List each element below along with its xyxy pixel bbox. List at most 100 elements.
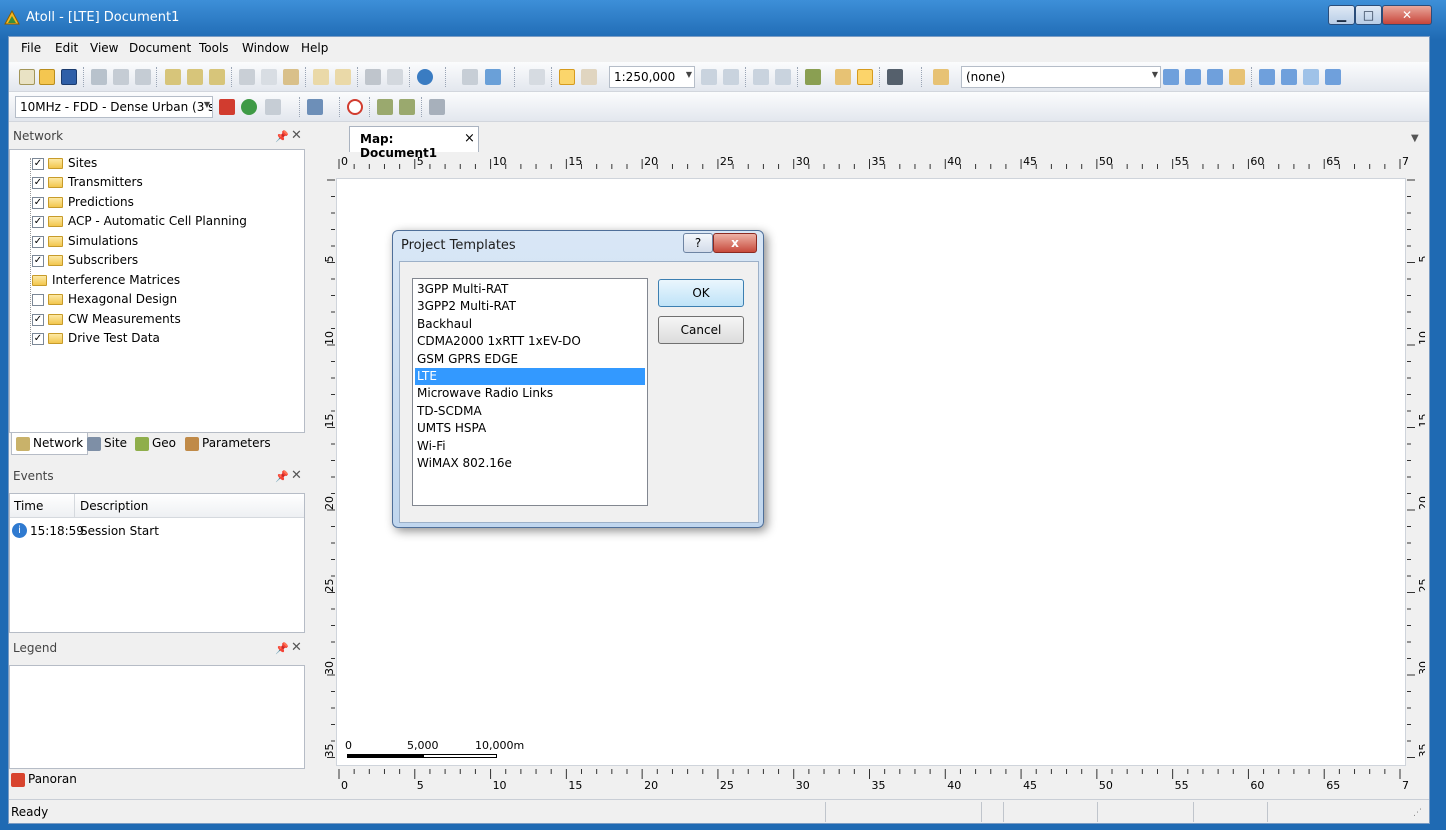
menu-help[interactable]: Help [301, 41, 328, 55]
menu-document[interactable]: Document [129, 41, 191, 55]
menu-file[interactable]: File [21, 41, 41, 55]
zoom-out-icon[interactable] [723, 69, 739, 85]
tree-item-subscribers[interactable]: ✓ Subscribers [32, 253, 138, 271]
tab-geo[interactable]: Geo [131, 433, 180, 455]
list-item-template[interactable]: TD-SCDMA [415, 403, 645, 420]
list-item-template[interactable]: GSM GPRS EDGE [415, 351, 645, 368]
save-icon[interactable] [61, 69, 77, 85]
target-icon[interactable] [417, 69, 433, 85]
dialog-close-button[interactable]: x [713, 233, 757, 253]
event-row[interactable]: i 15:18:59 Session Start [12, 522, 302, 540]
list-item-template[interactable]: UMTS HSPA [415, 420, 645, 437]
checkbox-checked[interactable]: ✓ [32, 215, 44, 228]
tree-item-acp[interactable]: ✓ ACP - Automatic Cell Planning [32, 214, 247, 232]
print-preview-icon[interactable] [387, 69, 403, 85]
table-icon[interactable] [377, 99, 393, 115]
menu-window[interactable]: Window [242, 41, 289, 55]
tooltip-icon[interactable] [857, 69, 873, 85]
redo-icon[interactable] [335, 69, 351, 85]
checkbox-checked[interactable]: ✓ [32, 196, 44, 209]
frequency-plan-icon[interactable] [265, 99, 281, 115]
checkbox-checked[interactable]: ✓ [32, 176, 44, 189]
import-icon[interactable] [165, 69, 181, 85]
rectangle-draw-icon[interactable] [1185, 69, 1201, 85]
tree-item-transmitters[interactable]: ✓ Transmitters [32, 175, 143, 193]
calculate-icon[interactable] [462, 69, 478, 85]
zoom-area-icon[interactable] [753, 69, 769, 85]
point-analysis-icon[interactable] [805, 69, 821, 85]
tab-panoramic[interactable]: Panoran [11, 772, 77, 794]
neighbour-icon[interactable] [307, 99, 323, 115]
database-archive-icon[interactable] [135, 69, 151, 85]
calculate-all-icon[interactable] [485, 69, 501, 85]
menu-view[interactable]: View [90, 41, 118, 55]
checkbox-checked[interactable]: ✓ [32, 157, 44, 170]
antenna-icon[interactable] [219, 99, 235, 115]
checkbox-checked[interactable]: ✓ [32, 254, 44, 267]
list-item-template[interactable]: Backhaul [415, 316, 645, 333]
scenario-combo[interactable]: 10MHz - FDD - Dense Urban (3 se ▼ [15, 96, 213, 118]
zoom-previous-icon[interactable] [775, 69, 791, 85]
resize-grip-icon[interactable]: ⋰ [1413, 808, 1422, 818]
select-pointer-icon[interactable] [559, 69, 575, 85]
color-circles-icon[interactable] [241, 99, 257, 115]
refresh-map-icon[interactable] [529, 69, 545, 85]
tree-item-predictions[interactable]: ✓ Predictions [32, 195, 134, 213]
link-icon[interactable] [209, 69, 225, 85]
list-item-template-selected[interactable]: LTE [415, 368, 645, 385]
export-icon[interactable] [187, 69, 203, 85]
layer-select-combo[interactable]: (none) ▼ [961, 66, 1161, 88]
tree-item-hexagonal-design[interactable]: Hexagonal Design [32, 292, 177, 310]
tree-item-cw-measurements[interactable]: ✓ CW Measurements [32, 312, 181, 330]
cut-icon[interactable] [239, 69, 255, 85]
paste-icon[interactable] [283, 69, 299, 85]
zoom-scale-combo[interactable]: 1:250,000 ▼ [609, 66, 695, 88]
list-item-template[interactable]: CDMA2000 1xRTT 1xEV-DO [415, 333, 645, 350]
pin-icon[interactable]: 📌 [275, 642, 289, 655]
new-document-icon[interactable] [19, 69, 35, 85]
line-draw-icon[interactable] [1207, 69, 1223, 85]
print-icon[interactable] [365, 69, 381, 85]
checkbox-checked[interactable]: ✓ [32, 313, 44, 326]
list-item-template[interactable]: 3GPP2 Multi-RAT [415, 298, 645, 315]
list-item-template[interactable]: 3GPP Multi-RAT [415, 281, 645, 298]
tab-site[interactable]: Site [83, 433, 131, 455]
column-header-description[interactable]: Description [80, 499, 148, 513]
close-tab-icon[interactable]: × [464, 131, 475, 146]
ok-button[interactable]: OK [658, 279, 744, 307]
maximize-button[interactable]: □ [1355, 5, 1382, 25]
tree-item-simulations[interactable]: ✓ Simulations [32, 234, 138, 252]
checkbox-checked[interactable]: ✓ [32, 332, 44, 345]
ruler-icon[interactable] [835, 69, 851, 85]
tab-map-document[interactable]: Map: Document1 × [349, 126, 479, 160]
vector-delete-icon[interactable] [1325, 69, 1341, 85]
tree-item-interference-matrices[interactable]: Interference Matrices [32, 273, 180, 291]
crosshair-icon[interactable] [347, 99, 363, 115]
undo-icon[interactable] [313, 69, 329, 85]
tree-item-drive-test-data[interactable]: ✓ Drive Test Data [32, 331, 160, 349]
vector-split-icon[interactable] [1303, 69, 1319, 85]
template-listbox[interactable]: 3GPP Multi-RAT 3GPP2 Multi-RAT Backhaul … [412, 278, 648, 506]
copy-icon[interactable] [261, 69, 277, 85]
help-button[interactable]: ? [683, 233, 713, 253]
open-folder-icon[interactable] [39, 69, 55, 85]
binoculars-icon[interactable] [887, 69, 903, 85]
checkbox-checked[interactable]: ✓ [32, 235, 44, 248]
list-item-template[interactable]: Wi-Fi [415, 438, 645, 455]
vector-merge-icon[interactable] [1281, 69, 1297, 85]
list-item-template[interactable]: Microwave Radio Links [415, 385, 645, 402]
pin-icon[interactable]: 📌 [275, 470, 289, 483]
polygon-draw-icon[interactable] [1163, 69, 1179, 85]
database-refresh-icon[interactable] [113, 69, 129, 85]
database-icon[interactable] [91, 69, 107, 85]
checkbox-unchecked[interactable] [32, 293, 44, 306]
tab-list-chevron-icon[interactable]: ▼ [1411, 133, 1419, 144]
close-icon[interactable]: ✕ [291, 468, 302, 483]
tab-parameters[interactable]: Parameters [181, 433, 275, 455]
minimize-button[interactable]: ▁ [1328, 5, 1355, 25]
clipboard-icon[interactable] [429, 99, 445, 115]
points-draw-icon[interactable] [1229, 69, 1245, 85]
pin-icon[interactable]: 📌 [275, 130, 289, 143]
cancel-button[interactable]: Cancel [658, 316, 744, 344]
close-window-button[interactable]: ✕ [1382, 5, 1432, 25]
